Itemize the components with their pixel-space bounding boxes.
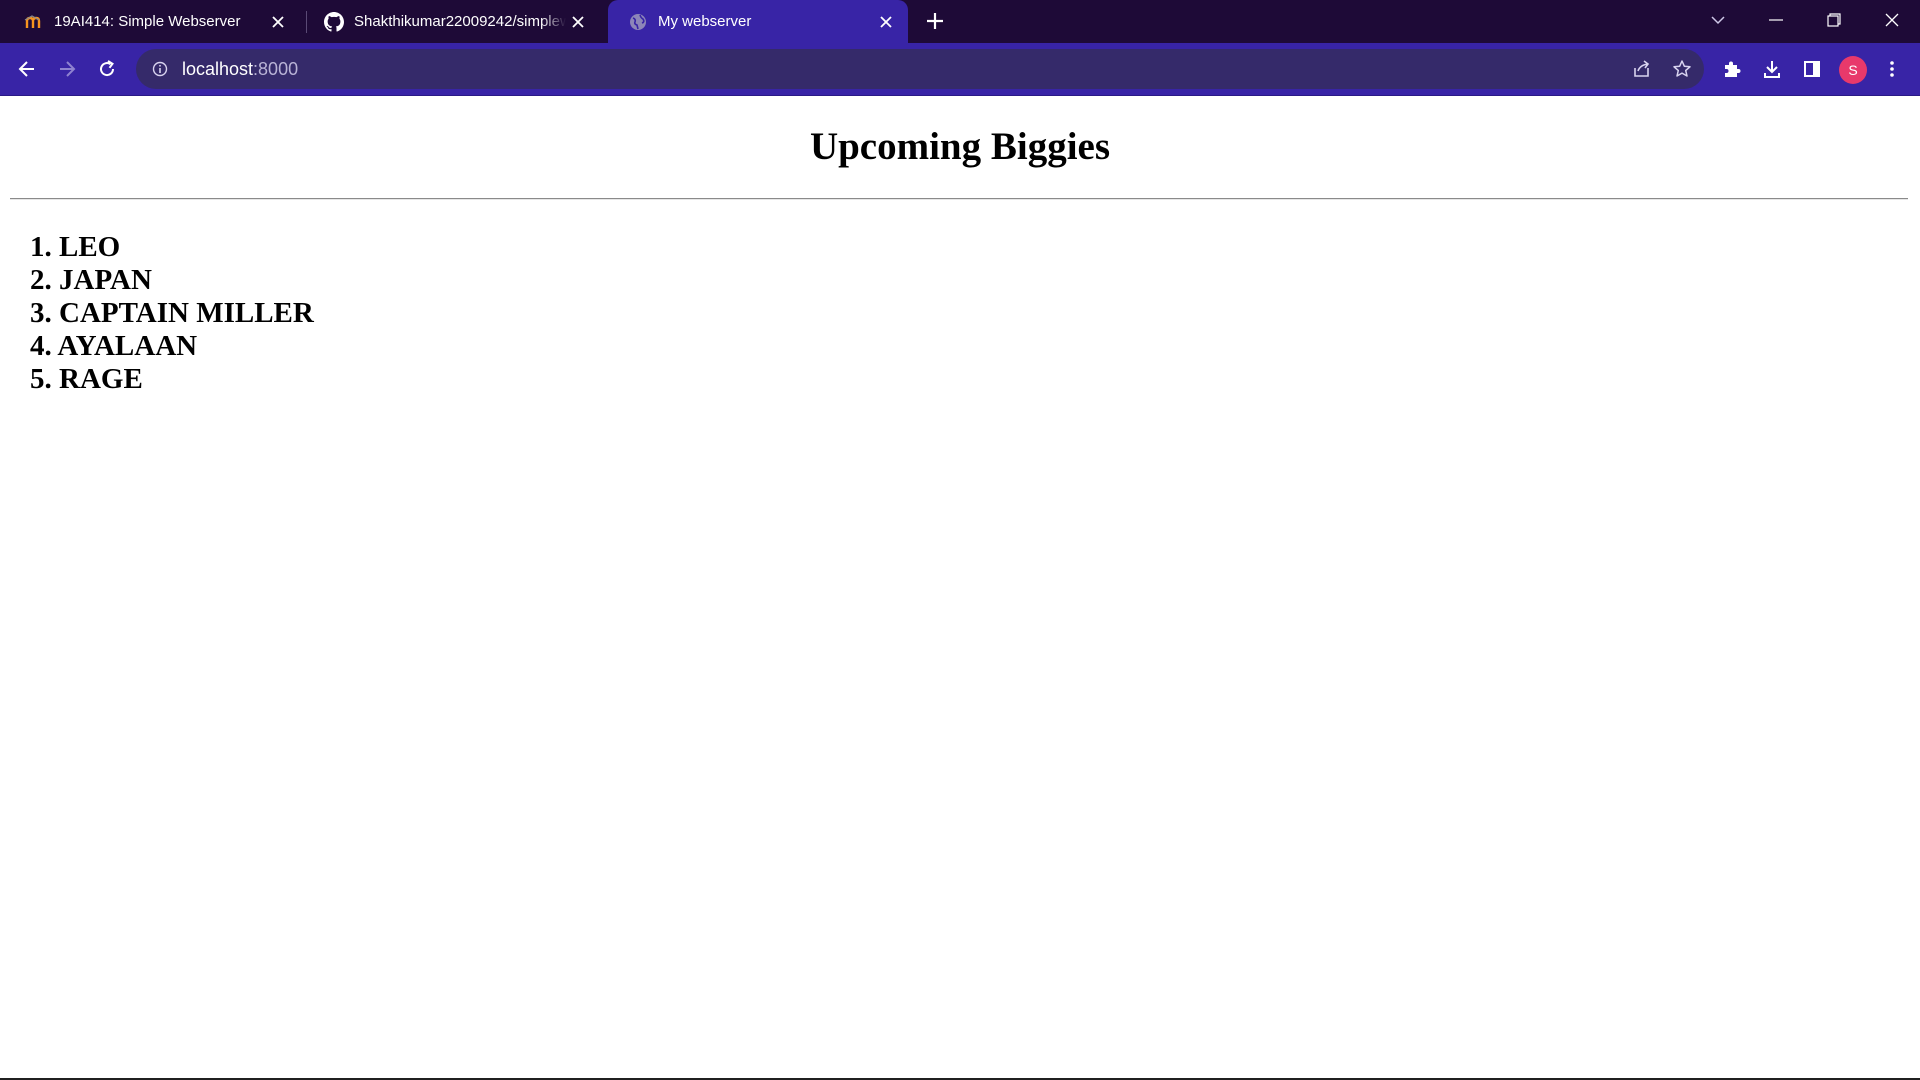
profile-avatar[interactable]: S — [1839, 56, 1867, 84]
address-bar[interactable]: localhost:8000 — [136, 49, 1704, 89]
tab-simple-webserver[interactable]: 19AI414: Simple Webserver — [4, 0, 300, 43]
close-window-button[interactable] — [1864, 0, 1920, 40]
side-panel-icon — [1804, 61, 1820, 77]
reload-button[interactable] — [92, 54, 122, 84]
globe-icon — [628, 12, 648, 32]
list-item: 1. LEO — [30, 231, 121, 263]
side-panel-button[interactable] — [1798, 55, 1826, 83]
arrow-left-icon — [18, 61, 34, 77]
page-title: Upcoming Biggies — [809, 125, 1111, 168]
moodle-icon — [24, 12, 44, 32]
tab-title: My webserver — [658, 13, 752, 30]
back-button[interactable] — [12, 54, 42, 84]
minimize-icon — [1769, 19, 1783, 21]
puzzle-icon — [1725, 61, 1741, 77]
close-icon[interactable] — [566, 10, 590, 34]
tab-github-repo[interactable]: Shakthikumar22009242/simplewebserver — [304, 0, 600, 43]
url-port: :8000 — [253, 58, 299, 79]
arrow-right-icon — [60, 61, 76, 77]
tab-strip: 19AI414: Simple Webserver Shakthikumar22… — [0, 0, 1920, 43]
tab-my-webserver[interactable]: My webserver — [608, 0, 908, 43]
tab-title: Shakthikumar22009242/simplewebserver — [354, 13, 566, 30]
list-item: 2. JAPAN — [30, 264, 152, 296]
github-icon — [324, 11, 344, 32]
star-icon[interactable] — [1670, 57, 1694, 81]
reload-icon — [100, 60, 115, 77]
page-viewport: Upcoming Biggies 1. LEO 2. JAPAN 3. CAPT… — [0, 96, 1920, 1078]
list-item: 4. AYALAAN — [30, 330, 198, 362]
browser-toolbar: localhost:8000 S — [0, 43, 1920, 95]
list-item: 5. RAGE — [30, 363, 143, 395]
chevron-down-icon — [1711, 16, 1725, 25]
horizontal-rule — [10, 198, 1908, 200]
close-icon[interactable] — [266, 10, 290, 34]
extensions-button[interactable] — [1718, 55, 1746, 83]
movie-list: 1. LEO 2. JAPAN 3. CAPTAIN MILLER 4. AYA… — [30, 231, 314, 396]
close-icon — [1885, 13, 1899, 27]
share-icon[interactable] — [1630, 57, 1654, 81]
new-tab-button[interactable] — [920, 6, 950, 36]
menu-button[interactable] — [1878, 55, 1906, 83]
more-vert-icon — [1890, 61, 1894, 77]
browser-window: 19AI414: Simple Webserver Shakthikumar22… — [0, 0, 1920, 1080]
download-icon — [1764, 61, 1780, 78]
close-icon[interactable] — [874, 10, 898, 34]
downloads-button[interactable] — [1758, 55, 1786, 83]
plus-icon — [927, 13, 943, 29]
list-item: 3. CAPTAIN MILLER — [30, 297, 314, 329]
info-icon[interactable] — [150, 59, 170, 79]
tab-search-button[interactable] — [1690, 0, 1746, 40]
restore-button[interactable] — [1806, 0, 1862, 40]
restore-icon — [1827, 13, 1841, 27]
tab-title: 19AI414: Simple Webserver — [54, 13, 241, 30]
url-host: localhost — [182, 58, 254, 79]
minimize-button[interactable] — [1748, 0, 1804, 40]
forward-button[interactable] — [52, 54, 82, 84]
url-text[interactable]: localhost:8000 — [182, 59, 298, 80]
